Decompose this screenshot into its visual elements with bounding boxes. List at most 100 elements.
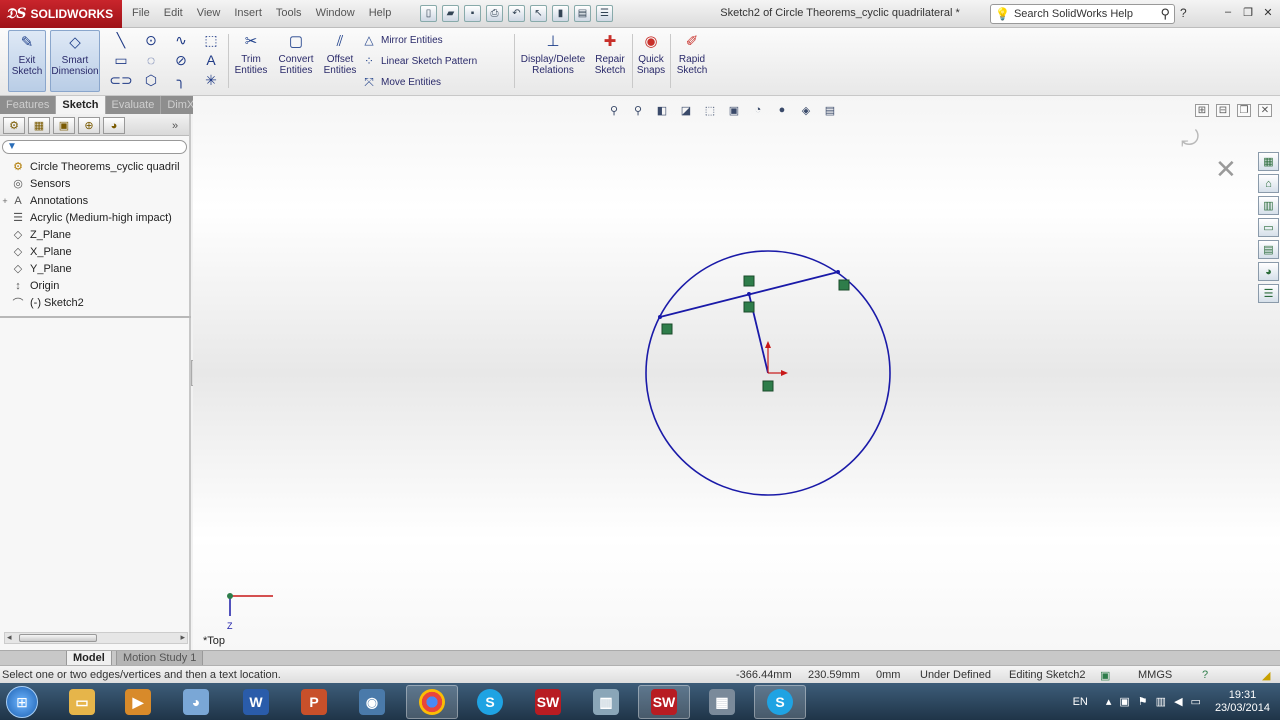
menu-window[interactable]: Window: [316, 7, 355, 19]
expand-panel-icon[interactable]: »: [164, 117, 186, 134]
taskbar-calculator[interactable]: ▦: [696, 685, 748, 719]
taskbar-chrome[interactable]: [406, 685, 458, 719]
relation-marker-icon[interactable]: [661, 323, 673, 335]
chord-endpoint[interactable]: [836, 270, 840, 274]
menu-edit[interactable]: Edit: [164, 7, 183, 19]
open-icon[interactable]: ▰: [442, 5, 459, 22]
convert-entities-button[interactable]: ▢ Convert Entities: [274, 30, 318, 92]
search-input[interactable]: Search SolidWorks Help: [1014, 8, 1133, 20]
tree-item[interactable]: ⚙ Circle Theorems_cyclic quadril: [0, 158, 189, 175]
menu-view[interactable]: View: [197, 7, 221, 19]
help-icon[interactable]: ?: [1180, 6, 1187, 20]
quick-tips-icon[interactable]: ?: [1202, 669, 1208, 681]
point-icon[interactable]: ✳: [196, 70, 226, 90]
taskbar-powerpoint[interactable]: P: [288, 685, 340, 719]
taskbar-paint[interactable]: ◕: [170, 685, 222, 719]
smart-dimension-button[interactable]: ◇ Smart Dimension: [50, 30, 100, 92]
tree-item[interactable]: ⌒ (-) Sketch2: [0, 294, 189, 311]
taskbar-media-player[interactable]: ▶: [112, 685, 164, 719]
tab-motion-study[interactable]: Motion Study 1: [116, 651, 204, 666]
sketch-picture-icon[interactable]: ⬚: [196, 30, 226, 50]
resize-grip-icon[interactable]: ◢: [1262, 669, 1270, 682]
undo-icon[interactable]: ↶: [508, 5, 525, 22]
configuration-manager-tab-icon[interactable]: ▣: [53, 117, 75, 134]
menu-file[interactable]: File: [132, 7, 150, 19]
battery-icon[interactable]: ▭: [1191, 695, 1201, 708]
display-delete-relations-button[interactable]: ⊥ Display/Delete Relations: [518, 30, 588, 92]
tab-features[interactable]: Features: [0, 96, 57, 114]
rectangle-icon[interactable]: ▭: [106, 50, 136, 70]
clock[interactable]: 19:31 23/03/2014: [1215, 689, 1270, 715]
dimxpert-manager-tab-icon[interactable]: ⊕: [78, 117, 100, 134]
language-indicator[interactable]: EN: [1073, 696, 1088, 708]
slot-icon[interactable]: ⊂⊃: [106, 70, 136, 90]
save-icon[interactable]: ▪: [464, 5, 481, 22]
rebuild-icon[interactable]: ▮: [552, 5, 569, 22]
select-icon[interactable]: ↖: [530, 5, 547, 22]
offset-entities-button[interactable]: ⫽ Offset Entities: [322, 30, 358, 92]
close-icon[interactable]: ✕: [1260, 4, 1276, 20]
spline-icon[interactable]: ∿: [166, 30, 196, 50]
exit-sketch-button[interactable]: ✎ Exit Sketch: [8, 30, 46, 92]
tree-item[interactable]: ↕ Origin: [0, 277, 189, 294]
circle-icon[interactable]: ⊙: [136, 30, 166, 50]
tab-sketch[interactable]: Sketch: [56, 96, 106, 114]
move-entities-button[interactable]: ⤧ Move Entities: [362, 72, 441, 92]
tree-item[interactable]: + A Annotations: [0, 192, 189, 209]
property-manager-tab-icon[interactable]: ▦: [28, 117, 50, 134]
taskbar-camera[interactable]: ◉: [346, 685, 398, 719]
tree-filter-input[interactable]: ▼: [2, 140, 187, 154]
relation-marker-icon[interactable]: [838, 279, 850, 291]
scroll-right-icon[interactable]: ▸: [180, 632, 185, 643]
graphics-area[interactable]: ⚲ ⚲ ◧ ◪ ⬚ ▣ ◔ ● ◈ ▤ ⊞ ⊟ ❐ ✕ ⤾ ✕ ▦ ⌂ ▥ ▭ …: [193, 96, 1280, 650]
network-icon[interactable]: ▥: [1156, 695, 1166, 708]
rapid-sketch-button[interactable]: ✐ Rapid Sketch: [674, 30, 710, 92]
flag-icon[interactable]: ⚑: [1138, 695, 1148, 708]
line-icon[interactable]: ╲: [106, 30, 136, 50]
solidworks-logo[interactable]: 𝔇S SOLIDWORKS: [0, 0, 122, 28]
mirror-entities-button[interactable]: △ Mirror Entities: [362, 30, 442, 50]
tree-item[interactable]: ☰ Acrylic (Medium-high impact): [0, 209, 189, 226]
menu-help[interactable]: Help: [369, 7, 392, 19]
rebuild-status-icon[interactable]: ▣: [1100, 669, 1110, 682]
expand-toggle[interactable]: +: [0, 196, 10, 206]
arc-icon[interactable]: ◌: [136, 50, 166, 70]
new-icon[interactable]: ▯: [420, 5, 437, 22]
trim-entities-button[interactable]: ✂ Trim Entities: [232, 30, 270, 92]
tray-app-icon[interactable]: ▣: [1119, 695, 1129, 708]
scroll-left-icon[interactable]: ◂: [7, 632, 12, 643]
tree-item[interactable]: ◎ Sensors: [0, 175, 189, 192]
fillet-icon[interactable]: ╮: [166, 70, 196, 90]
midpoint[interactable]: [747, 292, 751, 296]
taskbar-word[interactable]: W: [230, 685, 282, 719]
ellipse-icon[interactable]: ⊘: [166, 50, 196, 70]
options-icon[interactable]: ☰: [596, 5, 613, 22]
taskbar-skype[interactable]: S: [464, 685, 516, 719]
search-icon[interactable]: ⚲: [1160, 6, 1170, 22]
text-icon[interactable]: A: [196, 50, 226, 70]
scrollbar-thumb[interactable]: [19, 634, 97, 642]
taskbar-skype-call[interactable]: S: [754, 685, 806, 719]
volume-icon[interactable]: ◀: [1174, 695, 1182, 708]
repair-sketch-button[interactable]: ✚ Repair Sketch: [592, 30, 628, 92]
minimize-icon[interactable]: –: [1220, 4, 1236, 20]
linear-sketch-pattern-button[interactable]: ⁘ Linear Sketch Pattern: [362, 51, 477, 71]
taskbar-explorer[interactable]: ▭: [56, 685, 108, 719]
display-manager-tab-icon[interactable]: ◕: [103, 117, 125, 134]
tray-expand-icon[interactable]: ▴: [1106, 695, 1112, 708]
tree-item[interactable]: ◇ X_Plane: [0, 243, 189, 260]
unit-system[interactable]: MMGS: [1138, 669, 1172, 681]
quick-snaps-button[interactable]: ◉ Quick Snaps: [636, 30, 666, 92]
file-properties-icon[interactable]: ▤: [574, 5, 591, 22]
tree-item[interactable]: ◇ Y_Plane: [0, 260, 189, 277]
tree-item[interactable]: ◇ Z_Plane: [0, 226, 189, 243]
relation-marker-icon[interactable]: [743, 301, 755, 313]
chord-endpoint[interactable]: [658, 315, 662, 319]
tab-evaluate[interactable]: Evaluate: [106, 96, 162, 114]
tab-model[interactable]: Model: [66, 651, 112, 666]
start-button-icon[interactable]: ⊞: [6, 686, 38, 718]
polygon-icon[interactable]: ⬡: [136, 70, 166, 90]
feature-manager-tab-icon[interactable]: ⚙: [3, 117, 25, 134]
menu-tools[interactable]: Tools: [276, 7, 302, 19]
taskbar-recycle[interactable]: ▥: [580, 685, 632, 719]
